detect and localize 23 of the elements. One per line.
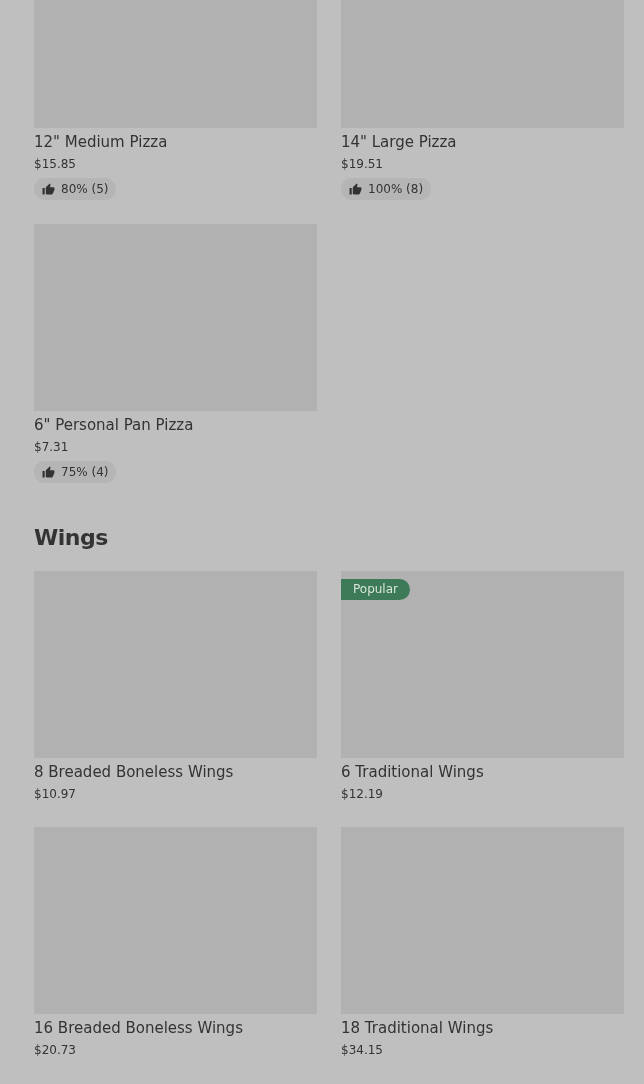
rating-text: 80% (5) — [61, 181, 109, 197]
item-price: $7.31 — [34, 439, 70, 456]
item-name[interactable]: 6" Personal Pan Pizza — [34, 415, 317, 435]
item-price: $12.19 — [341, 786, 384, 803]
item-name[interactable]: 18 Traditional Wings — [341, 1018, 624, 1038]
item-name[interactable]: 8 Breaded Boneless Wings — [34, 762, 317, 782]
rating-text: 100% (8) — [368, 181, 424, 197]
item-price: $19.51 — [341, 156, 384, 173]
item-price: $34.15 — [341, 1042, 384, 1059]
thumbs-up-icon — [42, 182, 55, 196]
item-price: $10.97 — [34, 786, 77, 803]
item-name[interactable]: 6 Traditional Wings — [341, 762, 624, 782]
thumbs-up-icon — [349, 182, 362, 196]
item-name[interactable]: 12" Medium Pizza — [34, 132, 317, 152]
rating-text: 75% (4) — [61, 464, 109, 480]
item-name[interactable]: 16 Breaded Boneless Wings — [34, 1018, 317, 1038]
item-price: $15.85 — [34, 156, 77, 173]
thumbs-up-icon — [42, 465, 55, 479]
section-heading: Wings — [34, 524, 109, 552]
item-name[interactable]: 14" Large Pizza — [341, 132, 624, 152]
image-placeholder[interactable]: Popular — [341, 571, 624, 758]
item-price: $20.73 — [34, 1042, 77, 1059]
popular-badge: Popular — [341, 579, 410, 600]
